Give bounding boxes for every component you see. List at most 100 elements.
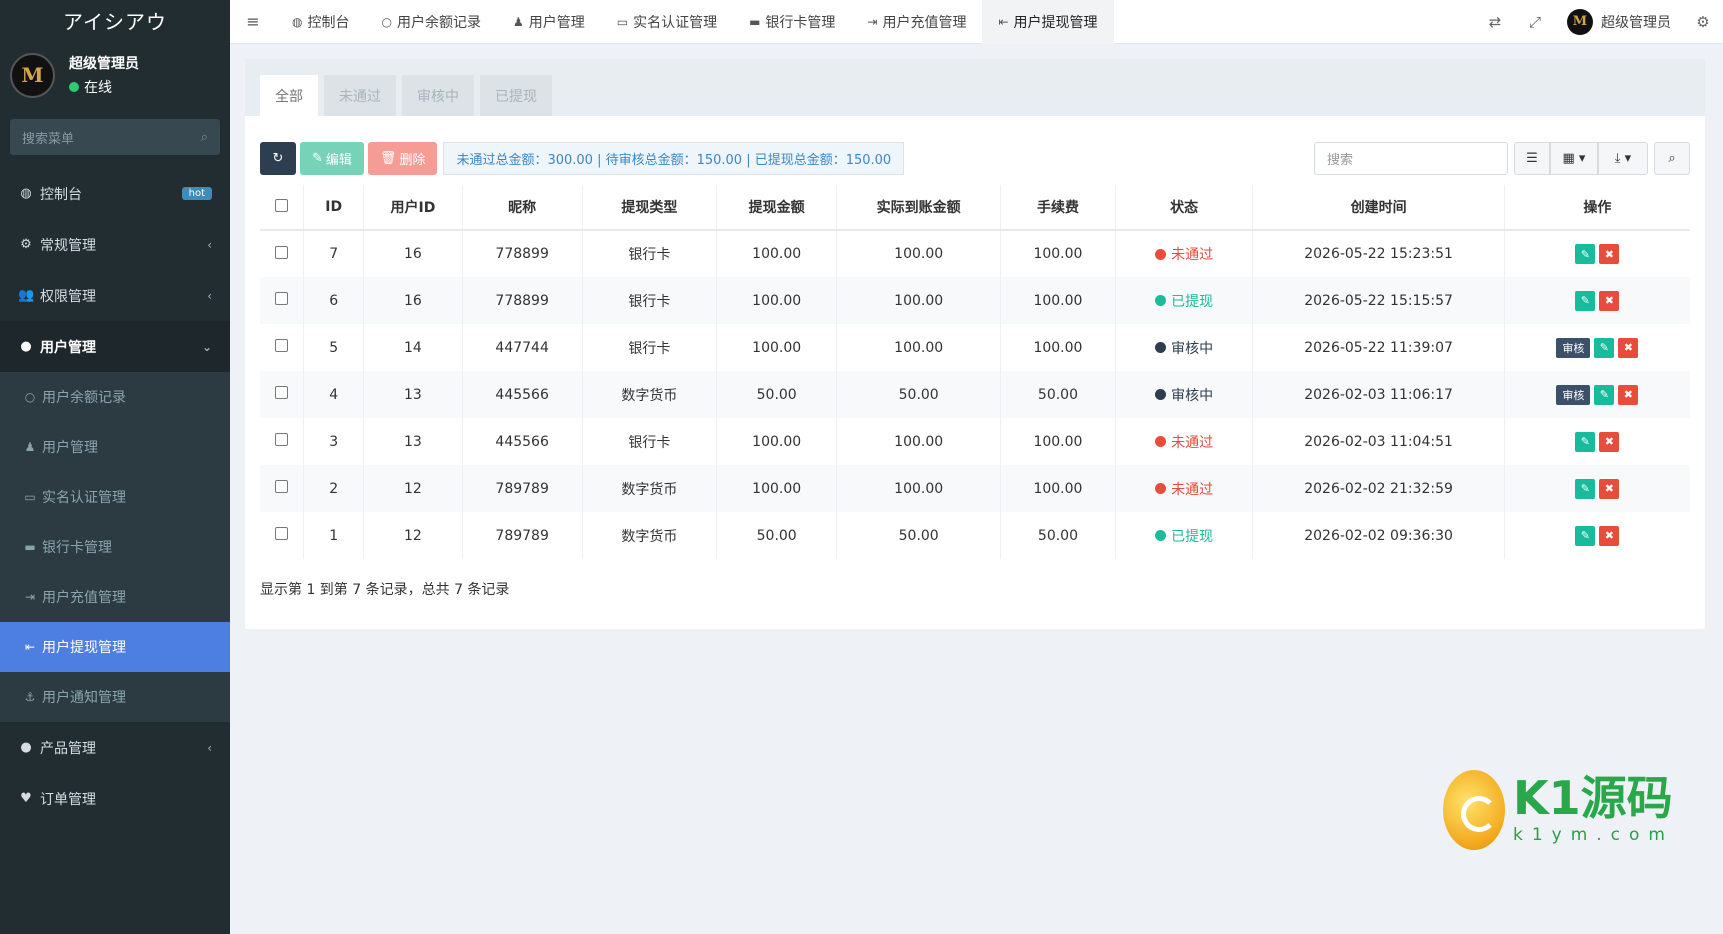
row-checkbox[interactable] (275, 433, 289, 446)
select-all-checkbox[interactable] (275, 198, 289, 212)
sidebar-subitem-1[interactable]: ♟ 用户管理 (0, 422, 230, 472)
sidebar-item-1[interactable]: ⚙ 常规管理 ‹ (0, 219, 230, 270)
status-badge: 未通过 (1155, 432, 1213, 452)
cell-created: 2026-02-02 21:32:59 (1252, 465, 1505, 512)
column-header[interactable]: 手续费 (1000, 185, 1116, 231)
row-checkbox[interactable] (275, 292, 289, 305)
filter-tab-3[interactable]: 已提现 (480, 75, 552, 116)
table-search-input[interactable]: 搜索 (1314, 142, 1508, 175)
filter-tab-0[interactable]: 全部 (260, 75, 318, 116)
row-actions: ✎ ✖ (1573, 478, 1621, 499)
cell-actions: ✎ ✖ (1504, 512, 1690, 559)
column-header[interactable]: 昵称 (462, 185, 583, 231)
nav-tab-0[interactable]: ◍ 控制台 (276, 0, 365, 44)
row-delete-button[interactable]: ✖ (1618, 337, 1639, 358)
row-delete-button[interactable]: ✖ (1599, 478, 1620, 499)
sidebar-item-0[interactable]: ◍ 控制台 hot (0, 168, 230, 219)
column-header[interactable]: ID (303, 185, 365, 231)
sidebar-subitem-6[interactable]: ⚓ 用户通知管理 (0, 672, 230, 722)
translate-icon[interactable]: ⇄ (1475, 13, 1515, 31)
sidebar-item-2[interactable]: 👥 权限管理 ‹ (0, 270, 230, 321)
audit-button[interactable]: 审核 (1556, 384, 1591, 405)
nav-tab-5[interactable]: ⇥ 用户充值管理 (851, 0, 982, 44)
column-header[interactable]: 提现金额 (716, 185, 838, 231)
delete-button[interactable]: 🗑 删除 (367, 142, 438, 175)
row-delete-button[interactable]: ✖ (1618, 384, 1639, 405)
row-edit-button[interactable]: ✎ (1575, 290, 1596, 311)
table-row[interactable]: 4 13 445566 数字货币 50.00 50.00 50.00 审核中 2026-02-0… (260, 371, 1690, 418)
column-header[interactable]: 用户ID (363, 185, 463, 231)
cell-amount: 100.00 (716, 324, 838, 371)
export-button[interactable]: ⤓ ▾ (1598, 142, 1648, 175)
row-select-cell (260, 512, 305, 559)
column-header[interactable]: 操作 (1504, 185, 1690, 231)
menu-search-placeholder: 搜索菜单 (22, 131, 75, 147)
status-dot-icon (1155, 436, 1167, 447)
row-checkbox[interactable] (275, 527, 289, 540)
table-row[interactable]: 2 12 789789 数字货币 100.00 100.00 100.00 未通过 2026-0… (260, 465, 1690, 512)
nav-tab-2[interactable]: ♟ 用户管理 (497, 0, 601, 44)
cell-fee: 50.00 (1000, 512, 1116, 559)
nav-tab-6[interactable]: ⇤ 用户提现管理 (982, 0, 1114, 44)
row-delete-button[interactable]: ✖ (1599, 431, 1620, 452)
row-checkbox[interactable] (275, 245, 289, 259)
row-edit-button[interactable]: ✎ (1575, 431, 1596, 452)
table-row[interactable]: 3 13 445566 银行卡 100.00 100.00 100.00 未通过 2026-02… (260, 418, 1690, 465)
cell-nickname: 778899 (462, 230, 583, 277)
row-edit-button[interactable]: ✎ (1594, 337, 1615, 358)
row-delete-button[interactable]: ✖ (1599, 290, 1620, 311)
sidebar-subitem-2[interactable]: ▭ 实名认证管理 (0, 472, 230, 522)
brand-logo[interactable]: アイシアウ (0, 0, 230, 40)
sidebar-item-3[interactable]: ● 用户管理 ⌄ (0, 321, 230, 372)
filter-tab-2[interactable]: 审核中 (402, 75, 474, 116)
filter-tab-1[interactable]: 未通过 (324, 75, 396, 116)
toggle-view-button[interactable]: ☰ (1514, 142, 1550, 175)
cell-id: 2 (303, 465, 365, 512)
sidebar-subitem-4[interactable]: ⇥ 用户充值管理 (0, 572, 230, 622)
refresh-button[interactable]: ↻ (260, 142, 296, 175)
row-checkbox[interactable] (275, 386, 289, 399)
chevron-icon: ⌄ (201, 339, 212, 354)
column-header[interactable]: 实际到账金额 (836, 185, 1002, 231)
sidebar-subitem-0[interactable]: ○ 用户余额记录 (0, 372, 230, 422)
sidebar-bottom-item-1[interactable]: ♥ 订单管理 (0, 773, 230, 824)
list-icon: ☰ (1526, 151, 1538, 166)
sidebar-subitem-5[interactable]: ⇤ 用户提现管理 (0, 622, 230, 672)
nav-tab-3[interactable]: ▭ 实名认证管理 (601, 0, 733, 44)
table-row[interactable]: 5 14 447744 银行卡 100.00 100.00 100.00 审核中 2026-05… (260, 324, 1690, 371)
cell-user_id: 13 (363, 371, 463, 418)
header-user-menu[interactable]: M 超级管理员 (1555, 8, 1683, 35)
column-header[interactable]: 提现类型 (582, 185, 718, 231)
table-row[interactable]: 7 16 778899 银行卡 100.00 100.00 100.00 未通过 2026-05… (260, 230, 1690, 277)
row-edit-button[interactable]: ✎ (1575, 525, 1596, 546)
columns-button[interactable]: ▦ ▾ (1550, 142, 1598, 175)
row-delete-button[interactable]: ✖ (1599, 244, 1620, 264)
table-row[interactable]: 1 12 789789 数字货币 50.00 50.00 50.00 已提现 2026-02-0… (260, 512, 1690, 559)
settings-icon[interactable]: ⚙ (1683, 13, 1723, 31)
column-header[interactable]: 状态 (1115, 185, 1254, 231)
edit-button[interactable]: ✎ 编辑 (300, 142, 364, 175)
row-delete-button[interactable]: ✖ (1599, 525, 1620, 546)
cell-created: 2026-05-22 11:39:07 (1252, 324, 1505, 371)
search-icon[interactable]: ⌕ (201, 130, 208, 145)
cell-type: 数字货币 (582, 512, 718, 559)
audit-button[interactable]: 审核 (1556, 337, 1591, 358)
fullscreen-icon[interactable]: ⤢ (1515, 13, 1555, 31)
sidebar-subitem-3[interactable]: ▬ 银行卡管理 (0, 522, 230, 572)
menu-toggle-icon[interactable]: ≡ (230, 12, 276, 31)
cell-nickname: 789789 (462, 512, 583, 559)
row-checkbox[interactable] (275, 480, 289, 493)
row-edit-button[interactable]: ✎ (1594, 384, 1615, 405)
row-actions: 审核 ✎ ✖ (1554, 337, 1640, 358)
nav-tab-4[interactable]: ▬ 银行卡管理 (733, 0, 851, 44)
table-row[interactable]: 6 16 778899 银行卡 100.00 100.00 100.00 已提现 2026-05… (260, 277, 1690, 324)
row-edit-button[interactable]: ✎ (1575, 244, 1596, 264)
row-checkbox[interactable] (275, 339, 289, 352)
status-dot-icon (1155, 295, 1167, 306)
column-header[interactable]: 创建时间 (1252, 185, 1505, 231)
sidebar-bottom-item-0[interactable]: ● 产品管理 ‹ (0, 722, 230, 773)
nav-tab-1[interactable]: ○ 用户余额记录 (365, 0, 496, 44)
search-button[interactable]: ⌕ (1654, 142, 1690, 175)
menu-search-input[interactable]: 搜索菜单 ⌕ (10, 119, 220, 155)
row-edit-button[interactable]: ✎ (1575, 478, 1596, 499)
